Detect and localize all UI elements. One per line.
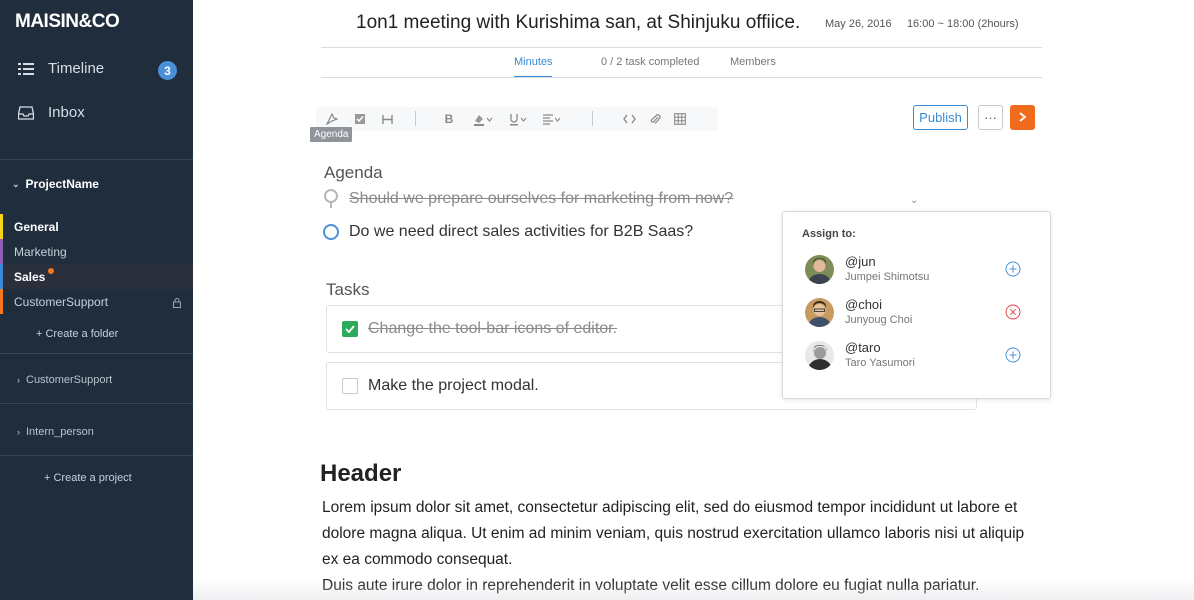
align-icon[interactable] bbox=[541, 111, 563, 127]
sidebar: MAISIN&CO Timeline 3 Inbox ⌄ ProjectName… bbox=[0, 0, 193, 600]
publish-button[interactable]: Publish bbox=[913, 105, 968, 130]
task-checkbox[interactable] bbox=[342, 378, 358, 394]
tab-minutes[interactable]: Minutes bbox=[514, 56, 553, 68]
remove-circle-icon[interactable] bbox=[1005, 304, 1021, 320]
folder-color-bar bbox=[0, 289, 3, 314]
nav-inbox-label: Inbox bbox=[48, 104, 85, 121]
assignee-name: Jumpei Shimotsu bbox=[845, 271, 930, 283]
assignee-name: Junyoug Choi bbox=[845, 314, 913, 326]
folder-label: General bbox=[14, 219, 59, 234]
inbox-icon bbox=[17, 105, 35, 121]
create-folder-link[interactable]: + Create a folder bbox=[36, 328, 118, 340]
chevron-down-icon[interactable]: ⌄ bbox=[910, 195, 918, 206]
sidebar-divider bbox=[0, 455, 193, 456]
folder-color-bar bbox=[0, 214, 3, 239]
list-icon bbox=[17, 61, 35, 77]
agenda-item-text: Do we need direct sales activities for B… bbox=[349, 223, 694, 240]
underline-icon[interactable] bbox=[508, 111, 530, 127]
create-project-link[interactable]: + Create a project bbox=[44, 472, 132, 484]
task-checkbox[interactable] bbox=[342, 321, 358, 337]
tab-bar: Minutes 0 / 2 task completed Members bbox=[321, 48, 1042, 78]
folder-general[interactable]: General bbox=[0, 214, 193, 239]
nav-timeline[interactable]: Timeline bbox=[17, 60, 104, 77]
assign-popover-title: Assign to: bbox=[802, 228, 856, 240]
folder-marketing[interactable]: Marketing bbox=[0, 239, 193, 264]
meeting-date: May 26, 2016 bbox=[825, 18, 892, 30]
meeting-time: 16:00 ~ 18:00 (2hours) bbox=[906, 18, 1019, 30]
folder-list: General Marketing Sales CustomerSupport bbox=[0, 214, 193, 314]
tab-tasks[interactable]: 0 / 2 task completed bbox=[601, 56, 699, 68]
document-header: Header bbox=[320, 460, 402, 487]
agenda-heading: Agenda bbox=[324, 163, 383, 182]
agenda-item-text: Should we prepare ourselves for marketin… bbox=[349, 190, 734, 207]
meeting-title: 1on1 meeting with Kurishima san, at Shin… bbox=[356, 12, 801, 33]
avatar bbox=[805, 255, 834, 284]
sidebar-divider bbox=[0, 353, 193, 354]
assignee-name: Taro Yasumori bbox=[845, 357, 915, 369]
present-button[interactable] bbox=[1010, 105, 1035, 130]
brand-logo: MAISIN&CO bbox=[15, 11, 120, 32]
project-name: ProjectName bbox=[25, 177, 99, 191]
editor-toolbar: B bbox=[316, 107, 718, 131]
timeline-count-badge: 3 bbox=[158, 61, 177, 80]
table-icon[interactable] bbox=[672, 111, 688, 127]
add-circle-icon[interactable] bbox=[1005, 347, 1021, 363]
project-toggle-customersupport[interactable]: › CustomerSupport bbox=[17, 374, 112, 386]
location-pin-icon bbox=[323, 189, 339, 208]
project-toggle[interactable]: ⌄ ProjectName bbox=[12, 177, 99, 191]
attachment-icon[interactable] bbox=[647, 111, 663, 127]
assignee-handle: @choi bbox=[845, 297, 883, 312]
play-icon bbox=[1018, 109, 1027, 127]
lock-icon bbox=[173, 297, 181, 311]
tasks-heading: Tasks bbox=[326, 280, 370, 299]
nav-inbox[interactable]: Inbox bbox=[17, 104, 85, 121]
project-toggle-intern[interactable]: › Intern_person bbox=[17, 426, 94, 438]
project-name: Intern_person bbox=[26, 426, 94, 438]
task-text: Make the project modal. bbox=[368, 377, 539, 394]
chevron-right-icon: › bbox=[17, 427, 20, 437]
meeting-datetime: May 26, 2016 16:00 ~ 18:00 (2hours) bbox=[825, 18, 1019, 30]
chevron-right-icon: › bbox=[17, 375, 20, 385]
assignee-row[interactable]: @jun Jumpei Shimotsu bbox=[805, 254, 1035, 287]
folder-color-bar bbox=[0, 264, 3, 289]
assignee-handle: @jun bbox=[845, 254, 876, 269]
folder-label: Sales bbox=[14, 269, 46, 284]
bold-icon[interactable]: B bbox=[441, 111, 457, 127]
unread-dot bbox=[48, 267, 55, 274]
assignee-row[interactable]: @choi Junyoug Choi bbox=[805, 297, 1035, 330]
folder-customersupport[interactable]: CustomerSupport bbox=[0, 289, 193, 314]
add-circle-icon[interactable] bbox=[1005, 261, 1021, 277]
folder-sales[interactable]: Sales bbox=[0, 264, 193, 289]
assignee-row[interactable]: @taro Taro Yasumori bbox=[805, 340, 1035, 373]
folder-label: CustomerSupport bbox=[14, 294, 109, 309]
checkbox-icon[interactable] bbox=[352, 111, 368, 127]
toolbar-separator bbox=[592, 111, 593, 126]
agenda-status-circle[interactable] bbox=[323, 224, 339, 240]
avatar bbox=[805, 341, 834, 370]
folder-color-bar bbox=[0, 239, 3, 264]
heading-icon[interactable] bbox=[379, 111, 395, 127]
code-icon[interactable] bbox=[621, 111, 637, 127]
agenda-item[interactable]: Do we need direct sales activities for B… bbox=[323, 223, 693, 241]
assignee-handle: @taro bbox=[845, 340, 881, 355]
agenda-icon[interactable] bbox=[324, 111, 340, 127]
chevron-down-icon: ⌄ bbox=[12, 178, 20, 189]
scroll-fade bbox=[193, 580, 1194, 600]
highlight-color-icon[interactable] bbox=[472, 111, 494, 127]
tab-members[interactable]: Members bbox=[730, 56, 776, 68]
document-paragraph: Lorem ipsum dolor sit amet, consectetur … bbox=[322, 499, 1025, 568]
agenda-item[interactable]: Should we prepare ourselves for marketin… bbox=[323, 189, 734, 208]
project-name: CustomerSupport bbox=[26, 374, 113, 386]
sidebar-divider bbox=[0, 159, 193, 160]
task-text: Change the tool-bar icons of editor. bbox=[368, 320, 618, 337]
toolbar-tooltip: Agenda bbox=[310, 127, 353, 142]
avatar bbox=[805, 298, 834, 327]
folder-label: Marketing bbox=[14, 244, 67, 259]
tabs-divider bbox=[321, 77, 1042, 78]
more-options-button[interactable]: ··· bbox=[978, 105, 1003, 130]
assign-popover: Assign to: @jun Jumpei Shimotsu @choi Ju… bbox=[782, 211, 1051, 399]
toolbar-separator bbox=[415, 111, 416, 126]
nav-timeline-label: Timeline bbox=[48, 60, 105, 77]
sidebar-divider bbox=[0, 403, 193, 404]
